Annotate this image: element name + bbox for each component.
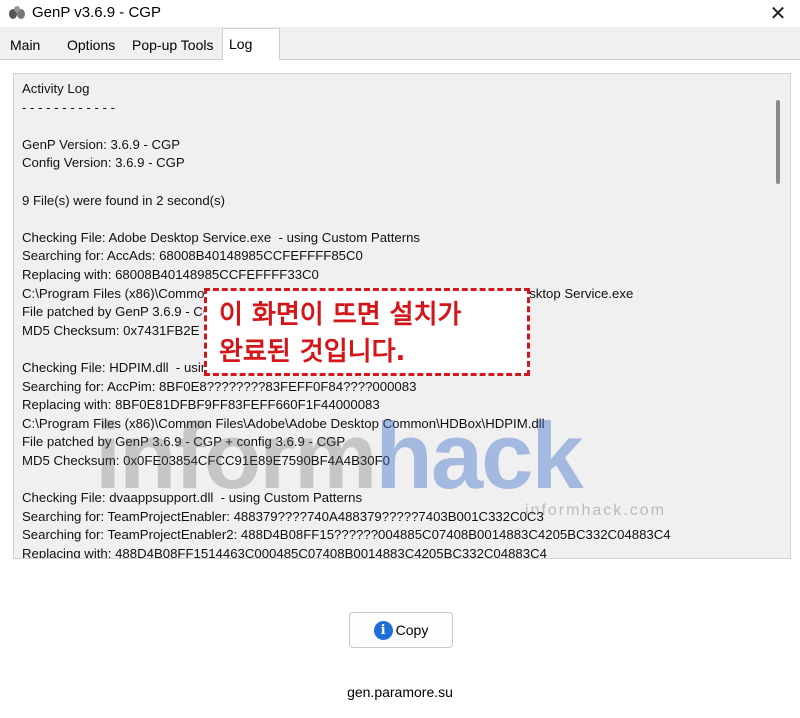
log-scrollbar[interactable] [776,100,780,184]
installation-complete-callout: 이 화면이 뜨면 설치가 완료된 것입니다. [204,288,530,376]
callout-line-1: 이 화면이 뜨면 설치가 [219,300,462,330]
log-line: 9 File(s) were found in 2 second(s) [22,192,226,208]
log-line: Replacing with: 8BF0E81DFBF9FF83FEFF660F… [22,397,380,413]
log-line: Searching for: AccAds: 68008B40148985CCF… [22,248,363,264]
log-line: - - - - - - - - - - - - [22,99,116,115]
close-button[interactable]: ✕ [756,0,800,27]
log-line: C:\Program Files (x86)\Common Files\Adob… [22,415,545,431]
window-title: GenP v3.6.9 - CGP [32,4,161,21]
title-bar: GenP v3.6.9 - CGP ✕ [0,0,800,27]
log-line: Replacing with: 68008B40148985CCFEFFFF33… [22,266,319,282]
log-line: GenP Version: 3.6.9 - CGP [22,136,181,152]
tab-log[interactable]: Log [222,28,280,60]
footer-url: gen.paramore.su [347,684,453,700]
log-line: File patched by GenP 3.6.9 - CGP + confi… [22,434,346,450]
tab-options[interactable]: Options [61,30,121,58]
copy-button[interactable]: i Copy [349,612,453,648]
log-line: MD5 Checksum: 0x0FE03854CFCC91E89E7590BF… [22,452,390,468]
log-line: Replacing with: 488D4B08FF1514463C000485… [22,545,547,559]
tab-strip: Main Options Pop-up Tools Log [0,28,800,60]
log-line: Config Version: 3.6.9 - CGP [22,155,185,171]
log-line: Checking File: Adobe Desktop Service.exe… [22,229,421,245]
log-line: Checking File: dvaappsupport.dll - using… [22,490,363,506]
app-logo-icon [9,6,25,19]
copy-button-label: Copy [395,622,429,638]
info-icon: i [373,620,393,640]
log-line: Searching for: TeamProjectEnabler: 48837… [22,508,544,524]
tab-main[interactable]: Main [4,30,46,58]
log-line: Activity Log [22,81,90,96]
log-line: Searching for: TeamProjectEnabler2: 488D… [22,527,671,543]
log-line: Searching for: AccPim: 8BF0E8????????83F… [22,378,417,394]
callout-line-2: 완료된 것입니다. [219,337,406,367]
tab-popup-tools[interactable]: Pop-up Tools [126,30,219,58]
